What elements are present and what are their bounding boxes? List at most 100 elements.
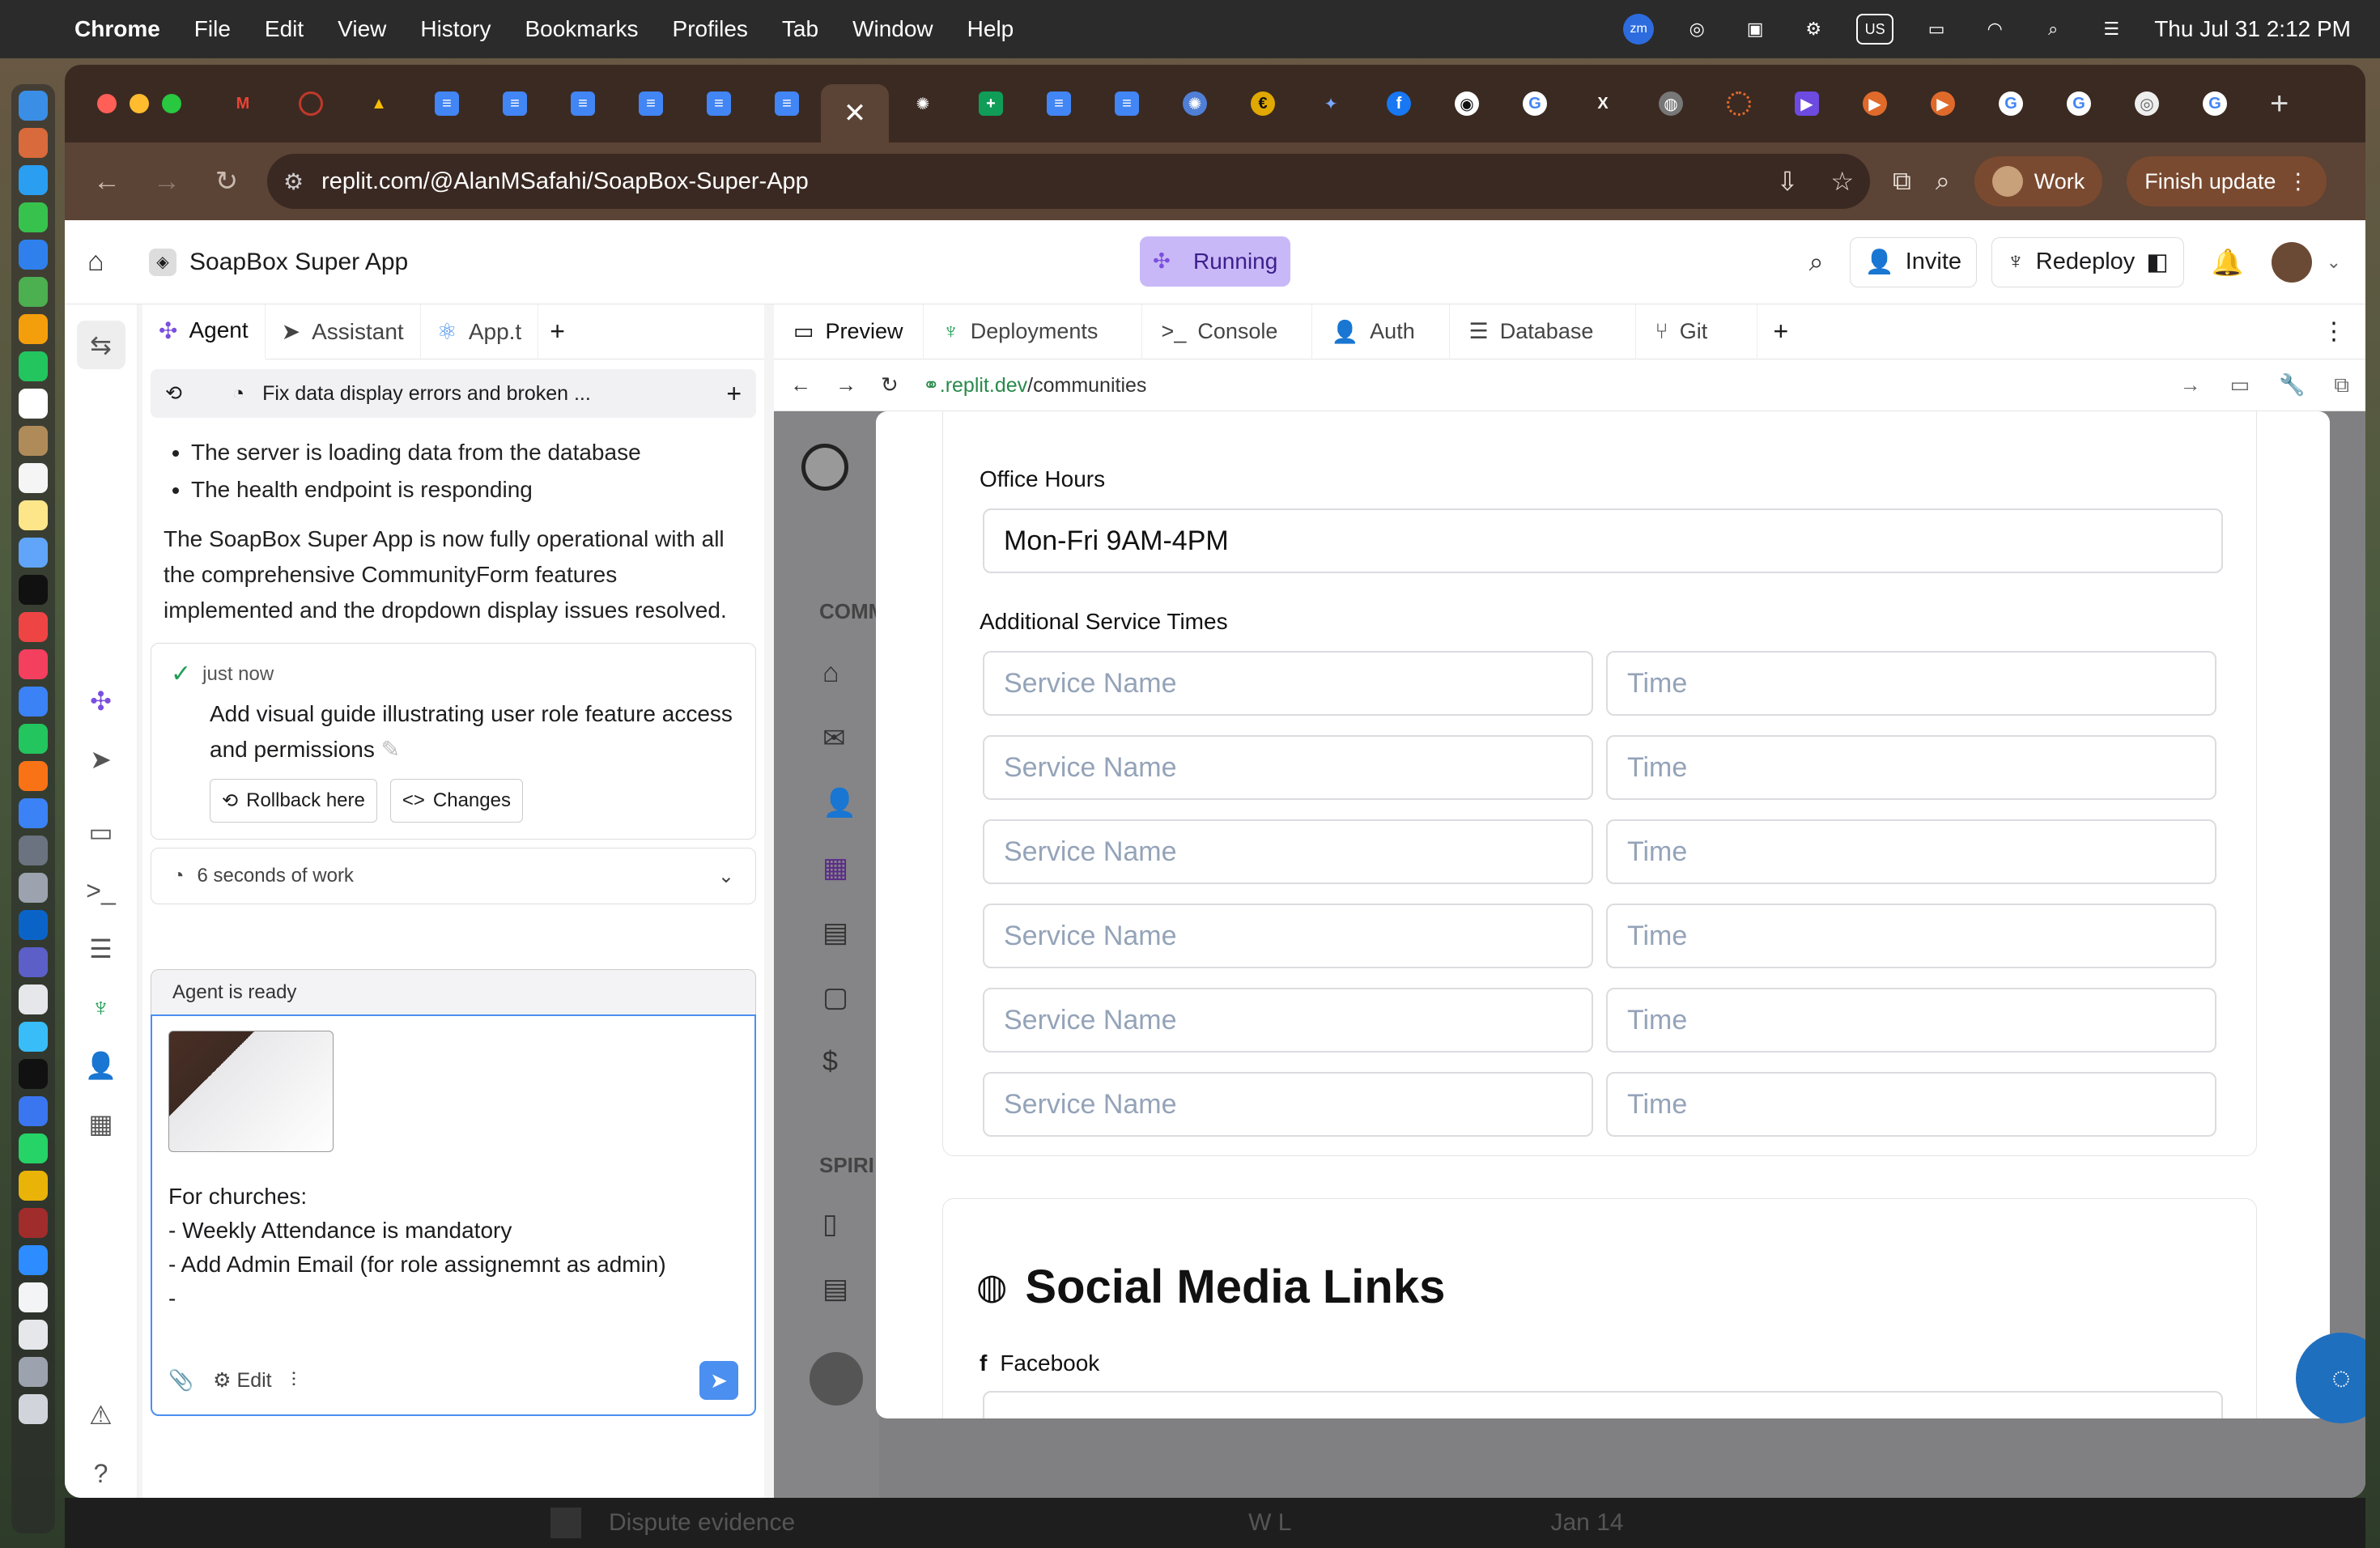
tab-media[interactable]: ▶	[1773, 79, 1841, 128]
all-tools-icon[interactable]: ▦	[77, 1099, 125, 1148]
assistant-rail-icon[interactable]: ➤	[77, 735, 125, 784]
downloads-icon[interactable]	[19, 1357, 48, 1387]
dictionary-icon[interactable]	[19, 1208, 48, 1238]
tab-drive[interactable]: ▲	[345, 79, 413, 128]
service-time-input[interactable]: Time	[1606, 819, 2216, 884]
input-source-icon[interactable]: US	[1856, 14, 1894, 45]
extensions-icon[interactable]: ⧉	[1893, 166, 1911, 197]
run-status-button[interactable]: ✣ Running	[1140, 236, 1291, 287]
tab-assistant[interactable]: ➤ Assistant	[266, 304, 421, 359]
forward-icon[interactable]: →	[149, 166, 185, 198]
calendar-icon[interactable]: ▤	[822, 916, 848, 949]
tab-google-1[interactable]: G	[1501, 79, 1569, 128]
service-name-input[interactable]: Service Name	[983, 988, 1593, 1053]
book-icon[interactable]: ▯	[822, 1208, 838, 1240]
service-name-input[interactable]: Service Name	[983, 904, 1593, 968]
preview-rail-icon[interactable]: ▭	[77, 808, 125, 857]
invite-button[interactable]: 👤 Invite	[1849, 236, 1978, 287]
tab-facebook[interactable]: f	[1365, 79, 1433, 128]
menu-bookmarks[interactable]: Bookmarks	[525, 16, 638, 42]
menu-help[interactable]: Help	[967, 16, 1014, 42]
service-name-input[interactable]: Service Name	[983, 1072, 1593, 1137]
close-window-button[interactable]	[97, 94, 117, 113]
tv-icon[interactable]	[19, 575, 48, 605]
teams-icon[interactable]: ⚙	[1798, 14, 1829, 45]
history-icon[interactable]: ⟲	[165, 381, 182, 406]
tab-loading[interactable]	[1705, 79, 1773, 128]
tab-openai-2[interactable]: ✺	[1161, 79, 1229, 128]
new-chat-icon[interactable]: +	[726, 379, 742, 409]
edit-mode-button[interactable]: ⚙ Edit	[213, 1368, 271, 1393]
tab-coin[interactable]: €	[1229, 79, 1297, 128]
preview-reload-icon[interactable]: ↻	[881, 372, 899, 398]
attach-icon[interactable]: 📎	[168, 1369, 193, 1393]
calendar-icon[interactable]	[19, 389, 48, 419]
preview-url[interactable]: ⚭.replit.dev/communities	[923, 373, 1147, 398]
tab-gmail[interactable]: M	[209, 79, 277, 128]
tab-github[interactable]: ◉	[1433, 79, 1501, 128]
keynote-icon[interactable]	[19, 687, 48, 717]
alerts-rail-icon[interactable]: ⚠	[77, 1391, 125, 1440]
tab-play-2[interactable]: ▶	[1909, 79, 1977, 128]
menu-file[interactable]: File	[194, 16, 231, 42]
zoom-dock-icon[interactable]	[19, 1245, 48, 1275]
reload-icon[interactable]: ↻	[209, 165, 244, 198]
address-bar[interactable]: ⚙ replit.com/@AlanMSafahi/SoapBox-Super-…	[267, 154, 1870, 209]
attachment-thumbnail[interactable]	[168, 1031, 334, 1152]
more-vert-icon[interactable]: ⋮	[2322, 317, 2346, 346]
edit-pencil-icon[interactable]: ✎	[381, 737, 400, 762]
reading-mode-icon[interactable]: ⌕	[1936, 166, 1950, 197]
menu-profiles[interactable]: Profiles	[673, 16, 748, 42]
pages-icon[interactable]	[19, 761, 48, 791]
settings-sliders-icon[interactable]: ⫶	[291, 1369, 296, 1393]
tab-preview[interactable]: ▭ Preview	[774, 304, 924, 359]
project-name[interactable]: SoapBox Super App	[189, 249, 408, 276]
outlook-dock-icon[interactable]	[19, 910, 48, 940]
tab-opera[interactable]	[277, 79, 345, 128]
office-hours-input[interactable]: Mon-Fri 9AM-4PM	[983, 508, 2223, 573]
agent-input[interactable]: For churches: - Weekly Attendance is man…	[151, 1014, 756, 1416]
dollar-icon[interactable]: $	[822, 1046, 838, 1078]
tab-docs-1[interactable]: ≡	[413, 79, 481, 128]
signal-icon[interactable]	[19, 1096, 48, 1126]
open-new-window-icon[interactable]: ⧉	[2334, 372, 2349, 398]
maps-icon[interactable]	[19, 277, 48, 307]
service-time-input[interactable]: Time	[1606, 735, 2216, 800]
chevron-down-icon[interactable]: ⌄	[2327, 252, 2341, 273]
tab-play-1[interactable]: ▶	[1841, 79, 1909, 128]
user-avatar[interactable]	[2271, 241, 2312, 283]
contacts-icon[interactable]	[19, 426, 48, 456]
chat-title[interactable]: Fix data display errors and broken ...	[262, 382, 591, 406]
battery-icon[interactable]: ▭	[1921, 14, 1952, 45]
tab-google-3[interactable]: G	[2045, 79, 2113, 128]
profile-button[interactable]: Work	[1974, 156, 2103, 206]
tab-gemini[interactable]: ✦	[1297, 79, 1365, 128]
music-icon[interactable]	[19, 612, 48, 642]
news-icon[interactable]	[19, 649, 48, 679]
add-tab-icon[interactable]: +	[1774, 317, 1789, 347]
mail-icon[interactable]: ✉	[822, 722, 846, 755]
service-time-input[interactable]: Time	[1606, 651, 2216, 716]
menu-clock[interactable]: Thu Jul 31 2:12 PM	[2154, 16, 2351, 42]
files-icon[interactable]	[19, 1022, 48, 1052]
reminders-icon[interactable]	[19, 463, 48, 493]
tab-docs-5[interactable]: ≡	[685, 79, 753, 128]
tab-app-file[interactable]: ⚛ App.t	[421, 304, 539, 359]
tab-docs-4[interactable]: ≡	[617, 79, 685, 128]
tab-x[interactable]: X	[1569, 79, 1637, 128]
service-time-input[interactable]: Time	[1606, 904, 2216, 968]
document-icon[interactable]	[19, 1282, 48, 1312]
tab-git[interactable]: ⑂ Git	[1636, 304, 1757, 359]
preview-back-icon[interactable]: ←	[790, 372, 811, 398]
home-icon[interactable]: ⌂	[87, 246, 125, 278]
service-time-input[interactable]: Time	[1606, 1072, 2216, 1137]
close-tab-icon[interactable]: ✕	[843, 98, 867, 129]
home-icon[interactable]: ⌂	[822, 657, 839, 689]
tab-docs-8[interactable]: ≡	[1093, 79, 1161, 128]
toggle-sidebar-icon[interactable]: ⇆	[76, 321, 125, 369]
tab-google-2[interactable]: G	[1977, 79, 2045, 128]
redeploy-button[interactable]: ♆ Redeploy ◧	[1991, 236, 2184, 287]
notes-icon[interactable]	[19, 500, 48, 530]
send-button[interactable]: ➤	[699, 1361, 738, 1400]
zoom-icon[interactable]: zm	[1623, 14, 1655, 45]
